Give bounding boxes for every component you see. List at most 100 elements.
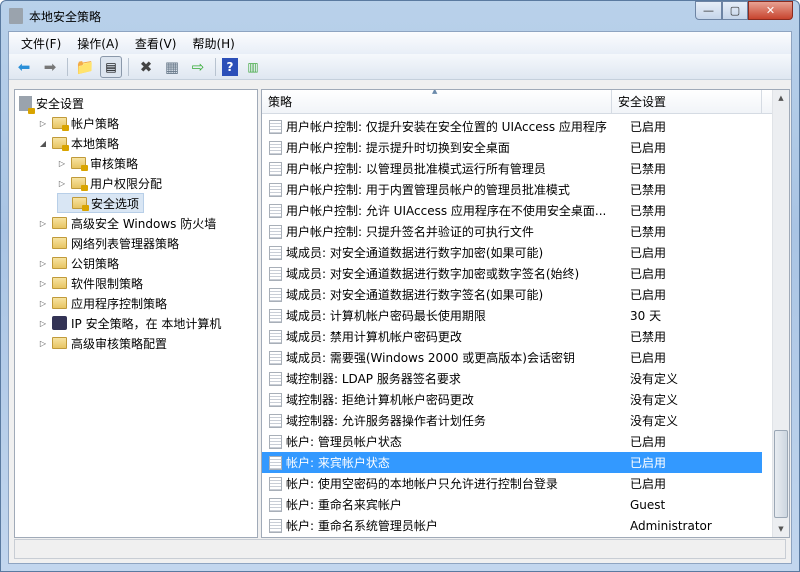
tree-item[interactable]: 网络列表管理器策略 bbox=[38, 233, 179, 253]
expand-icon[interactable]: ▷ bbox=[57, 159, 67, 168]
table-row[interactable]: 帐户: 重命名系统管理员帐户 Administrator bbox=[262, 515, 762, 536]
window-title: 本地安全策略 bbox=[29, 9, 102, 24]
policy-icon bbox=[269, 308, 282, 323]
tree-item[interactable]: 安全选项 bbox=[57, 193, 145, 213]
show-action-pane-icon[interactable]: ▥ bbox=[242, 56, 264, 78]
help-icon[interactable]: ? bbox=[222, 57, 238, 76]
toolbar: ⬅ ➡ 📁 ▤ ✖ ▦ ⇨ ? ▥ bbox=[9, 54, 791, 80]
folder-icon bbox=[52, 257, 67, 269]
tree-pane: 安全设置 ▷ 帐户策略 ◢ 本地策略 ▷ 审核策略 ▷ 用户权限分配 安全选项 ▷ 高级安全 Wind… bbox=[14, 89, 258, 538]
export-list-icon[interactable]: ⇨ bbox=[187, 56, 209, 78]
table-row[interactable]: 用户帐户控制: 以管理员批准模式运行所有管理员 已禁用 bbox=[262, 158, 762, 179]
tree-item-label: 网络列表管理器策略 bbox=[71, 236, 180, 251]
folder-icon bbox=[52, 217, 67, 229]
table-row[interactable]: 域成员: 对安全通道数据进行数字签名(如果可能) 已启用 bbox=[262, 284, 762, 305]
collapse-icon[interactable]: ◢ bbox=[38, 139, 48, 148]
table-row[interactable]: 域控制器: 允许服务器操作者计划任务 没有定义 bbox=[262, 410, 762, 431]
policy-name: 域成员: 禁用计算机帐户密码更改 bbox=[286, 330, 462, 344]
policy-name: 帐户: 重命名来宾帐户 bbox=[286, 498, 402, 512]
policy-name: 帐户: 管理员帐户状态 bbox=[286, 435, 402, 449]
table-row[interactable]: 用户帐户控制: 只提升签名并验证的可执行文件 已禁用 bbox=[262, 221, 762, 242]
policy-setting: 已启用 bbox=[630, 267, 667, 281]
policy-icon bbox=[269, 392, 282, 407]
maximize-button[interactable]: ▢ bbox=[722, 1, 748, 20]
expand-icon[interactable]: ▷ bbox=[38, 339, 48, 348]
forward-icon[interactable]: ➡ bbox=[39, 56, 61, 78]
delete-icon[interactable]: ✖ bbox=[135, 56, 157, 78]
menu-help[interactable]: 帮助(H) bbox=[184, 35, 242, 52]
table-row[interactable]: 域成员: 计算机帐户密码最长使用期限 30 天 bbox=[262, 305, 762, 326]
table-row[interactable]: 用户帐户控制: 用于内置管理员帐户的管理员批准模式 已禁用 bbox=[262, 179, 762, 200]
table-row[interactable]: 帐户: 管理员帐户状态 已启用 bbox=[262, 431, 762, 452]
tree-item[interactable]: ▷ 软件限制策略 bbox=[38, 273, 143, 293]
tree-item[interactable]: ▷ 用户权限分配 bbox=[57, 173, 162, 193]
tree-item-label: IP 安全策略，在 本地计算机 bbox=[71, 316, 222, 331]
tree-item[interactable]: ▷ 帐户策略 bbox=[38, 113, 119, 133]
locked-folder-icon bbox=[72, 197, 89, 211]
tree-item[interactable]: ▷ IP 安全策略，在 本地计算机 bbox=[38, 313, 221, 333]
locked-folder-icon bbox=[71, 157, 88, 171]
table-row[interactable]: 域控制器: 拒绝计算机帐户密码更改 没有定义 bbox=[262, 389, 762, 410]
table-row[interactable]: 域成员: 禁用计算机帐户密码更改 已禁用 bbox=[262, 326, 762, 347]
show-hide-tree-icon[interactable]: ▤ bbox=[100, 55, 122, 78]
tree-item[interactable]: ▷ 公钥策略 bbox=[38, 253, 119, 273]
policy-name: 用户帐户控制: 仅提升安装在安全位置的 UIAccess 应用程序 bbox=[286, 120, 607, 134]
policy-name: 用户帐户控制: 只提升签名并验证的可执行文件 bbox=[286, 225, 534, 239]
policy-setting: 已禁用 bbox=[630, 162, 667, 176]
table-row[interactable]: 域成员: 对安全通道数据进行数字加密(如果可能) 已启用 bbox=[262, 242, 762, 263]
tree-item-label: 本地策略 bbox=[71, 136, 120, 151]
up-folder-icon[interactable]: 📁 bbox=[74, 56, 96, 78]
table-row[interactable]: 帐户: 重命名来宾帐户 Guest bbox=[262, 494, 762, 515]
policy-icon bbox=[269, 413, 282, 428]
expand-icon[interactable]: ▷ bbox=[38, 219, 48, 228]
policy-setting: 没有定义 bbox=[630, 372, 679, 386]
tree-item[interactable]: ◢ 本地策略 bbox=[38, 133, 119, 153]
expand-icon[interactable]: ▷ bbox=[38, 299, 48, 308]
app-icon bbox=[9, 8, 23, 24]
tree-item[interactable]: ▷ 审核策略 bbox=[57, 153, 138, 173]
policy-icon bbox=[269, 329, 282, 344]
properties-icon[interactable]: ▦ bbox=[161, 56, 183, 78]
table-row[interactable]: 域成员: 需要强(Windows 2000 或更高版本)会话密钥 已启用 bbox=[262, 347, 762, 368]
window: 本地安全策略 — ▢ ✕ 文件(F) 操作(A) 查看(V) 帮助(H) ⬅ ➡… bbox=[0, 0, 800, 572]
tree-item[interactable]: ▷ 高级审核策略配置 bbox=[38, 333, 167, 353]
menu-action[interactable]: 操作(A) bbox=[69, 35, 127, 52]
tree-item[interactable]: 安全设置 bbox=[19, 93, 84, 114]
policy-setting: 已禁用 bbox=[630, 183, 667, 197]
tree-item-label: 高级审核策略配置 bbox=[71, 336, 168, 351]
table-row[interactable]: 用户帐户控制: 提示提升时切换到安全桌面 已启用 bbox=[262, 137, 762, 158]
table-row[interactable]: 用户帐户控制: 允许 UIAccess 应用程序在不使用安全桌面... 已禁用 bbox=[262, 200, 762, 221]
policy-name: 域控制器: LDAP 服务器签名要求 bbox=[286, 372, 461, 386]
minimize-button[interactable]: — bbox=[695, 1, 722, 20]
tree-item-label: 应用程序控制策略 bbox=[71, 296, 168, 311]
tree-item-label: 用户权限分配 bbox=[90, 176, 163, 191]
expand-icon[interactable]: ▷ bbox=[38, 319, 48, 328]
locked-folder-icon bbox=[52, 117, 69, 131]
menu-file[interactable]: 文件(F) bbox=[13, 35, 69, 52]
expand-icon[interactable]: ▷ bbox=[38, 259, 48, 268]
table-row[interactable]: 帐户: 来宾帐户状态 已启用 bbox=[262, 452, 762, 473]
scroll-thumb[interactable] bbox=[774, 430, 788, 518]
policy-name: 域控制器: 拒绝计算机帐户密码更改 bbox=[286, 393, 474, 407]
expand-icon[interactable]: ▷ bbox=[57, 179, 67, 188]
table-row[interactable]: 用户帐户控制: 仅提升安装在安全位置的 UIAccess 应用程序 已启用 bbox=[262, 116, 762, 137]
table-row[interactable]: 域控制器: LDAP 服务器签名要求 没有定义 bbox=[262, 368, 762, 389]
policy-name: 帐户: 使用空密码的本地帐户只允许进行控制台登录 bbox=[286, 477, 558, 491]
vertical-scrollbar[interactable]: ▲ ▼ bbox=[772, 90, 789, 537]
column-header-policy[interactable]: 策略 ▲ bbox=[262, 90, 612, 113]
table-row[interactable]: 帐户: 使用空密码的本地帐户只允许进行控制台登录 已启用 bbox=[262, 473, 762, 494]
expand-icon[interactable]: ▷ bbox=[38, 279, 48, 288]
expand-icon[interactable]: ▷ bbox=[38, 119, 48, 128]
column-header-setting[interactable]: 安全设置 bbox=[612, 90, 762, 113]
table-row[interactable]: 域成员: 对安全通道数据进行数字加密或数字签名(始终) 已启用 bbox=[262, 263, 762, 284]
tree-item[interactable]: ▷ 应用程序控制策略 bbox=[38, 293, 167, 313]
policy-setting: 已启用 bbox=[630, 288, 667, 302]
policy-icon bbox=[269, 203, 282, 218]
scroll-up-icon[interactable]: ▲ bbox=[773, 90, 789, 106]
tree-item[interactable]: ▷ 高级安全 Windows 防火墙 bbox=[38, 213, 216, 233]
menu-view[interactable]: 查看(V) bbox=[127, 35, 185, 52]
back-icon[interactable]: ⬅ bbox=[13, 56, 35, 78]
scroll-down-icon[interactable]: ▼ bbox=[773, 521, 789, 537]
policy-setting: 已禁用 bbox=[630, 225, 667, 239]
close-button[interactable]: ✕ bbox=[748, 1, 793, 20]
